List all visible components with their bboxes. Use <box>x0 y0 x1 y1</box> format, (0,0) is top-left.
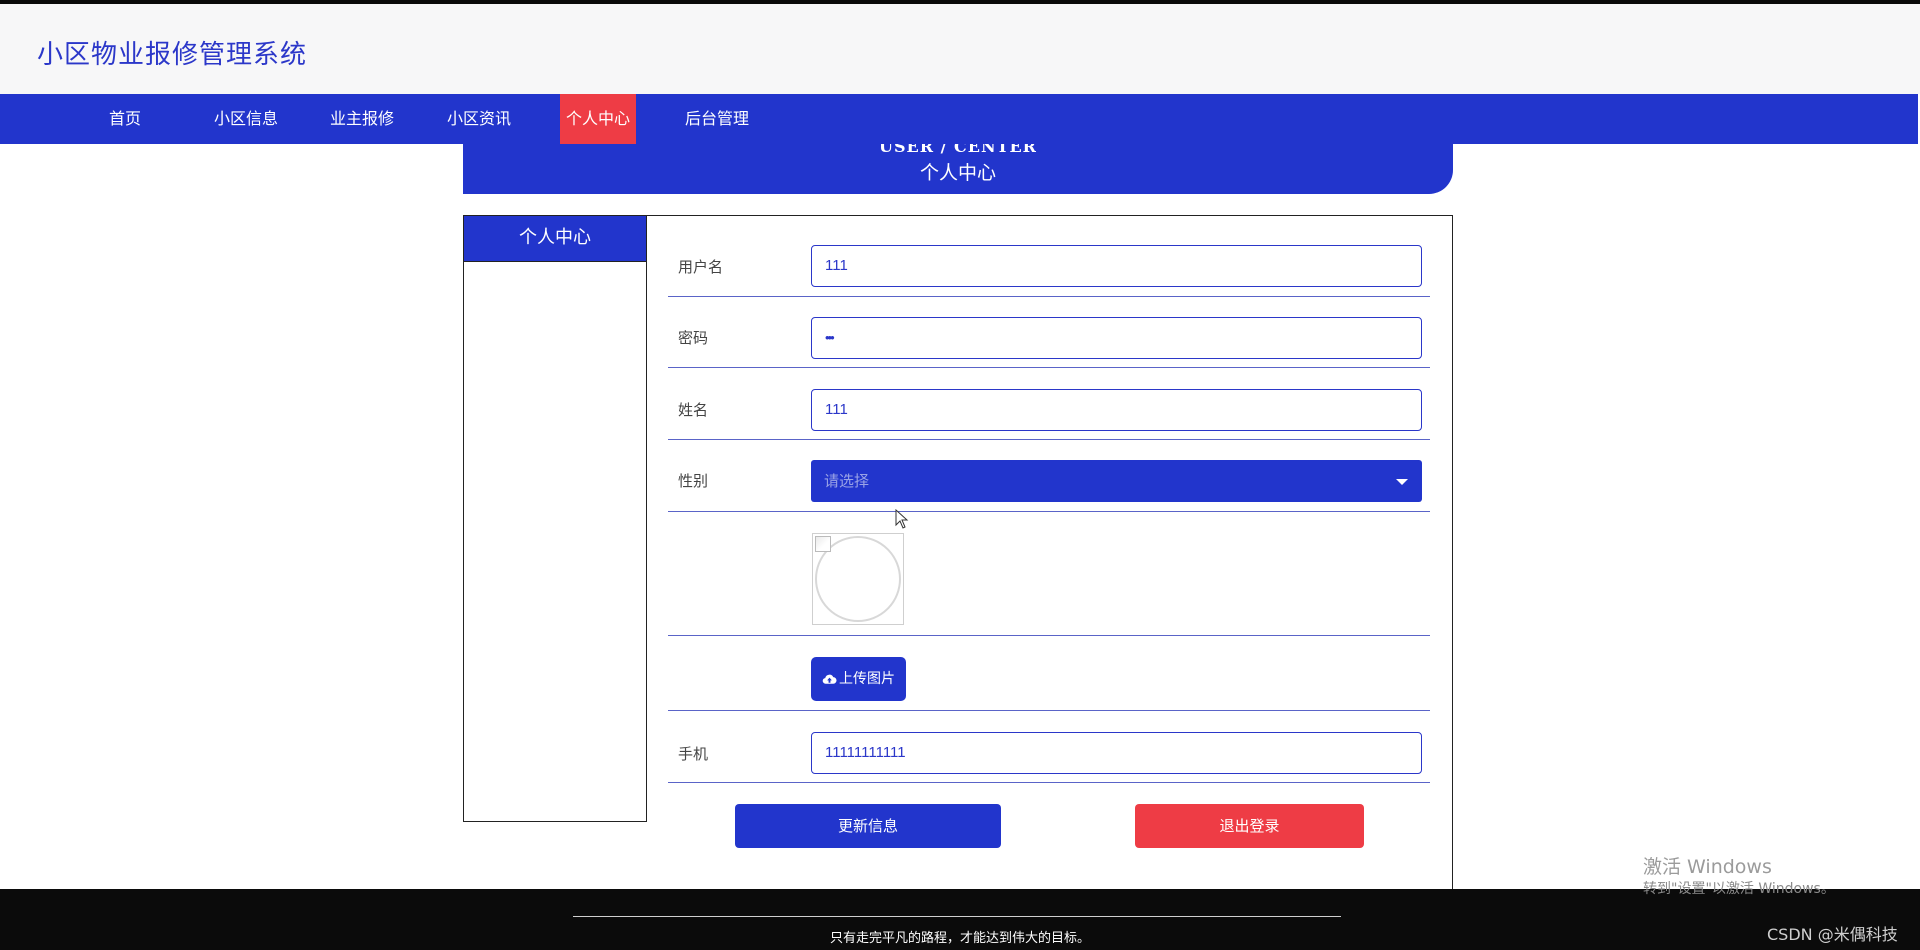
gender-select[interactable]: 请选择 <box>811 460 1422 502</box>
username-label: 用户名 <box>678 258 724 276</box>
phone-input[interactable]: 11111111111 <box>811 732 1422 774</box>
windows-activation-subtitle: 转到"设置"以激活 Windows。 <box>1643 881 1835 897</box>
windows-activation-title: 激活 Windows <box>1643 856 1772 878</box>
row-divider <box>668 439 1430 440</box>
footer-motto: 只有走完平凡的路程，才能达到伟大的目标。 <box>829 931 1090 946</box>
nav-owner-repair[interactable]: 业主报修 <box>326 94 398 144</box>
page-title: 个人中心 <box>919 162 996 184</box>
main-nav: 首页 小区信息 业主报修 小区资讯 个人中心 后台管理 <box>0 94 1918 144</box>
csdn-watermark: CSDN @米偶科技 <box>1767 925 1898 944</box>
nav-user-center[interactable]: 个人中心 <box>560 94 636 144</box>
update-info-button[interactable]: 更新信息 <box>735 804 1001 848</box>
nav-community-info[interactable]: 小区信息 <box>210 94 282 144</box>
row-divider <box>668 367 1430 368</box>
footer-divider <box>573 916 1341 917</box>
password-input[interactable]: ••• <box>811 317 1422 359</box>
phone-label: 手机 <box>678 745 709 763</box>
cloud-upload-icon <box>822 674 837 684</box>
nav-community-news[interactable]: 小区资讯 <box>443 94 515 144</box>
sidebar: 个人中心 <box>463 215 647 822</box>
upload-label: 上传图片 <box>839 671 895 687</box>
password-label: 密码 <box>678 329 709 347</box>
avatar-preview <box>812 533 904 625</box>
gender-placeholder: 请选择 <box>824 472 870 490</box>
row-divider <box>668 782 1430 783</box>
logout-button[interactable]: 退出登录 <box>1135 804 1364 848</box>
row-divider <box>668 296 1430 297</box>
page-banner: USER / CENTER 个人中心 <box>463 144 1453 194</box>
nav-backend[interactable]: 后台管理 <box>681 94 753 144</box>
banner-subtitle: USER / CENTER <box>879 144 1037 156</box>
sidebar-item-user-center[interactable]: 个人中心 <box>464 216 646 262</box>
nav-home[interactable]: 首页 <box>102 94 148 144</box>
mouse-cursor-icon <box>895 509 909 529</box>
site-header: 小区物业报修管理系统 <box>0 4 1920 94</box>
row-divider <box>668 635 1430 636</box>
username-input[interactable]: 111 <box>811 245 1422 287</box>
name-input[interactable]: 111 <box>811 389 1422 431</box>
row-divider <box>668 710 1430 711</box>
gender-label: 性别 <box>678 472 709 490</box>
caret-down-icon <box>1396 479 1408 485</box>
site-footer: 只有走完平凡的路程，才能达到伟大的目标。 <box>0 889 1920 950</box>
broken-image-icon <box>815 536 831 552</box>
row-divider <box>668 511 1430 512</box>
site-title: 小区物业报修管理系统 <box>37 40 308 70</box>
name-label: 姓名 <box>678 401 709 419</box>
upload-image-button[interactable]: 上传图片 <box>811 657 906 701</box>
